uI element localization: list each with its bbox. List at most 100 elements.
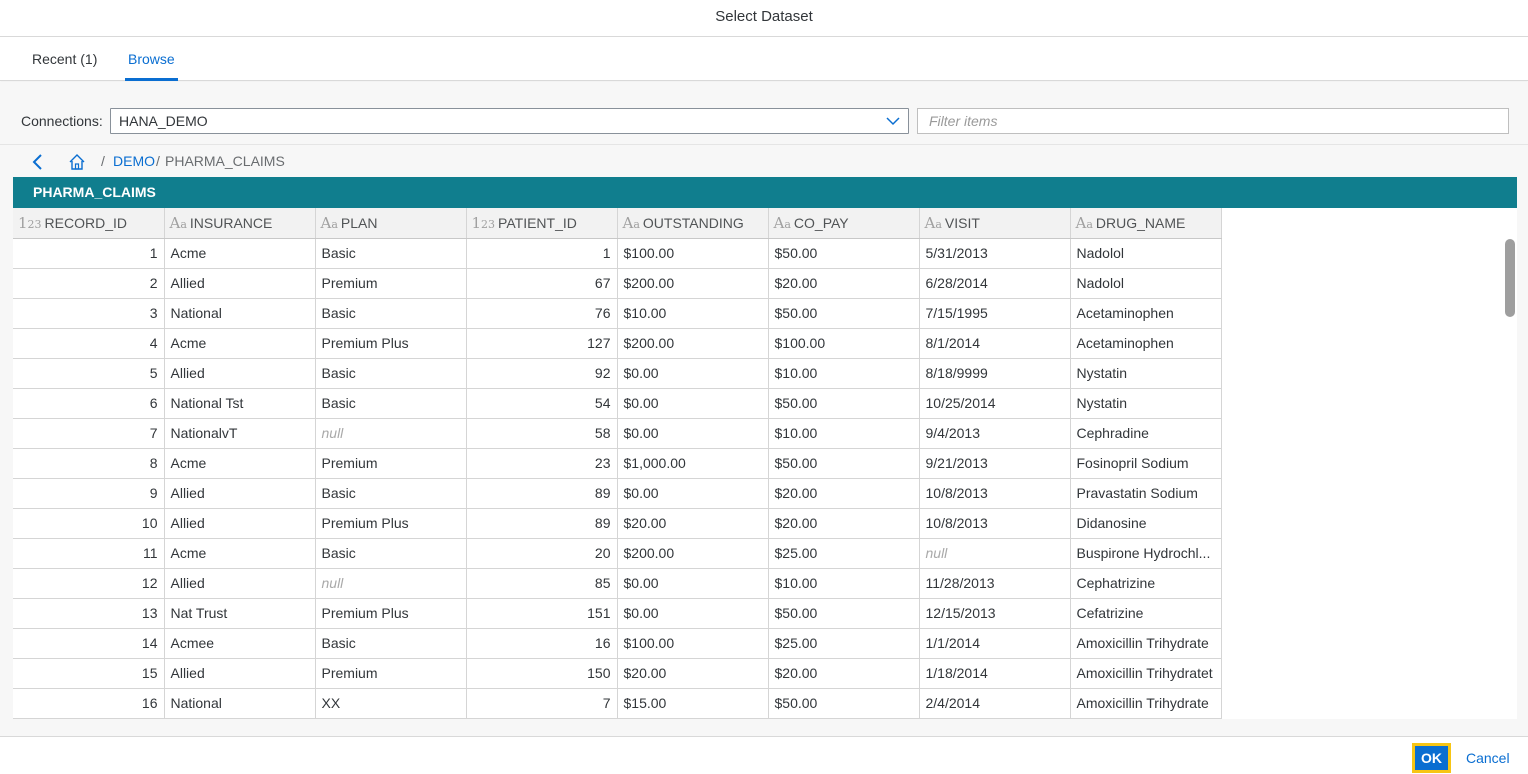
table-cell: 92 — [466, 358, 618, 389]
table-cell: 127 — [466, 328, 618, 359]
column-header[interactable]: Aa PLAN — [315, 208, 467, 239]
text-type-icon: Aa — [773, 213, 791, 232]
ok-button[interactable]: OK — [1413, 744, 1450, 772]
vertical-scrollbar[interactable] — [1503, 239, 1517, 719]
table-cell: 12 — [13, 568, 165, 599]
table-cell: 16 — [13, 688, 165, 719]
tab-recent[interactable]: Recent (1) — [32, 37, 97, 81]
table-cell: 67 — [466, 268, 618, 299]
table-row: 13 Nat Trust Premium Plus 151 $0.00 $50.00 12/… — [13, 598, 1222, 629]
table-cell: Amoxicillin Trihydratet — [1070, 658, 1222, 689]
table-cell: $10.00 — [617, 298, 769, 329]
table-cell: 9/21/2013 — [919, 448, 1071, 479]
table-cell: Basic — [315, 628, 467, 659]
table-cell: Pravastatin Sodium — [1070, 478, 1222, 509]
table-cell: 58 — [466, 418, 618, 449]
table-cell: 10/8/2013 — [919, 508, 1071, 539]
table-cell: Nadolol — [1070, 238, 1222, 269]
scrollbar-thumb[interactable] — [1505, 239, 1515, 317]
table-cell: Nystatin — [1070, 388, 1222, 419]
column-header[interactable]: 123 PATIENT_ID — [466, 208, 618, 239]
dialog-footer: OK Cancel — [0, 736, 1528, 774]
browse-panel: Connections: HANA_DEMO Filter items / DE… — [0, 82, 1528, 736]
table-cell: 20 — [466, 538, 618, 569]
table-cell: $10.00 — [768, 418, 920, 449]
column-header[interactable]: 123 RECORD_ID — [13, 208, 165, 239]
table-cell: 9/4/2013 — [919, 418, 1071, 449]
table-cell: $20.00 — [768, 658, 920, 689]
data-grid: 123 RECORD_ID Aa INSURANCE Aa PLAN 123 PATIENT_… — [13, 208, 1222, 719]
table-cell: Allied — [164, 568, 316, 599]
table-cell: $200.00 — [617, 538, 769, 569]
filter-input[interactable]: Filter items — [917, 108, 1509, 134]
table-cell: 76 — [466, 298, 618, 329]
home-icon[interactable] — [68, 153, 86, 171]
table-cell: $50.00 — [768, 688, 920, 719]
table-cell: Nadolol — [1070, 268, 1222, 299]
table-cell: $0.00 — [617, 418, 769, 449]
table-cell: 8/1/2014 — [919, 328, 1071, 359]
table-cell: Nystatin — [1070, 358, 1222, 389]
table-cell: Basic — [315, 388, 467, 419]
table-cell: $0.00 — [617, 568, 769, 599]
table-cell: 6 — [13, 388, 165, 419]
table-cell: Acetaminophen — [1070, 328, 1222, 359]
cancel-button[interactable]: Cancel — [1466, 750, 1510, 766]
table-cell: $20.00 — [617, 658, 769, 689]
table-cell: 7 — [466, 688, 618, 719]
table-cell: 150 — [466, 658, 618, 689]
table-cell: NationalvT — [164, 418, 316, 449]
table-row: 7 NationalvT null 58 $0.00 $10.00 9/4/2013 Ceph… — [13, 418, 1222, 449]
table-cell: Acme — [164, 238, 316, 269]
table-cell: 9 — [13, 478, 165, 509]
table-cell: 16 — [466, 628, 618, 659]
table-cell: Cephradine — [1070, 418, 1222, 449]
tab-browse[interactable]: Browse — [125, 37, 178, 81]
table-cell: $100.00 — [617, 628, 769, 659]
column-header-label: OUTSTANDING — [642, 214, 744, 231]
breadcrumb-separator: / — [156, 153, 160, 169]
table-cell: 3 — [13, 298, 165, 329]
table-cell: Basic — [315, 358, 467, 389]
table-cell: 10 — [13, 508, 165, 539]
table-row: 10 Allied Premium Plus 89 $20.00 $20.00 10/8/2… — [13, 508, 1222, 539]
table-cell: null — [919, 538, 1071, 569]
table-cell: 5/31/2013 — [919, 238, 1071, 269]
numeric-type-icon: 123 — [18, 213, 42, 232]
table-cell: 54 — [466, 388, 618, 419]
table-cell: Allied — [164, 358, 316, 389]
table-cell: $20.00 — [617, 508, 769, 539]
connections-select[interactable]: HANA_DEMO — [110, 108, 909, 134]
table-cell: Acetaminophen — [1070, 298, 1222, 329]
table-cell: Premium — [315, 448, 467, 479]
column-header[interactable]: Aa OUTSTANDING — [617, 208, 769, 239]
column-header[interactable]: Aa DRUG_NAME — [1070, 208, 1222, 239]
back-arrow-icon[interactable] — [30, 153, 46, 171]
table-cell: $15.00 — [617, 688, 769, 719]
breadcrumb-demo-link[interactable]: DEMO — [113, 153, 155, 169]
table-cell: $0.00 — [617, 478, 769, 509]
table-cell: $100.00 — [768, 328, 920, 359]
table-cell: 14 — [13, 628, 165, 659]
table-cell: 13 — [13, 598, 165, 629]
text-type-icon: Aa — [1075, 213, 1093, 232]
table-cell: Amoxicillin Trihydrate — [1070, 628, 1222, 659]
column-header-label: CO_PAY — [793, 214, 849, 231]
table-cell: $25.00 — [768, 628, 920, 659]
table-cell: 5 — [13, 358, 165, 389]
table-cell: National Tst — [164, 388, 316, 419]
column-header-label: INSURANCE — [189, 214, 273, 231]
table-cell: 7/15/1995 — [919, 298, 1071, 329]
column-header[interactable]: Aa CO_PAY — [768, 208, 920, 239]
chevron-down-icon[interactable] — [886, 114, 900, 128]
table-row: 4 Acme Premium Plus 127 $200.00 $100.00 8/1/20… — [13, 328, 1222, 359]
table-row: 15 Allied Premium 150 $20.00 $20.00 1/18/2014 A… — [13, 658, 1222, 689]
table-cell: 151 — [466, 598, 618, 629]
column-header[interactable]: Aa VISIT — [919, 208, 1071, 239]
table-cell: $20.00 — [768, 508, 920, 539]
table-cell: 8/18/9999 — [919, 358, 1071, 389]
table-cell: $50.00 — [768, 238, 920, 269]
table-cell: Acme — [164, 448, 316, 479]
column-header[interactable]: Aa INSURANCE — [164, 208, 316, 239]
table-cell: Allied — [164, 658, 316, 689]
